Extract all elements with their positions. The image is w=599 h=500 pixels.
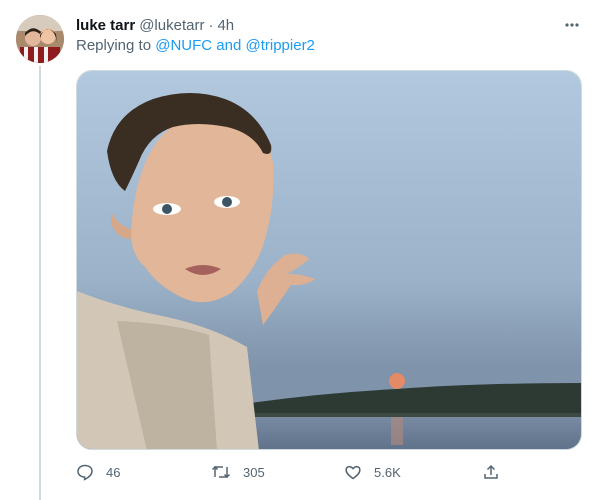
replying-to: Replying to @NUFC and @trippier2 (76, 36, 315, 56)
user-handle[interactable]: @luketarr (139, 17, 204, 34)
like-action[interactable]: 5.6K (344, 460, 401, 484)
separator-dot: · (208, 16, 214, 34)
replying-prefix: Replying to (76, 37, 152, 54)
reply-action[interactable]: 46 (76, 460, 120, 484)
share-action[interactable] (482, 460, 500, 484)
like-icon[interactable] (344, 463, 362, 481)
tweet-header: luke tarr @luketarr · 4h (76, 14, 583, 36)
avatar[interactable] (16, 15, 64, 63)
more-icon[interactable] (561, 14, 583, 36)
share-icon[interactable] (482, 463, 500, 481)
mention-conjunction: and (216, 37, 242, 54)
tweet-actions: 46 305 5.6K (76, 460, 506, 484)
mention-trippier2[interactable]: @trippier2 (245, 37, 314, 54)
like-count: 5.6K (374, 464, 401, 480)
mention-nufc[interactable]: @NUFC (155, 37, 212, 54)
thread-line (39, 66, 41, 500)
retweet-action[interactable]: 305 (211, 460, 265, 484)
retweet-icon[interactable] (211, 463, 231, 481)
reply-icon[interactable] (76, 463, 94, 481)
reply-count: 46 (106, 464, 121, 480)
tweet-image[interactable] (76, 70, 582, 450)
timestamp[interactable]: 4h (217, 17, 234, 34)
retweet-count: 305 (243, 464, 265, 480)
display-name[interactable]: luke tarr (76, 17, 135, 34)
